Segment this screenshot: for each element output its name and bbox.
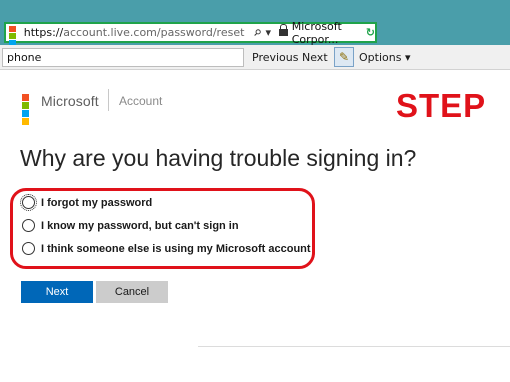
site-icon xyxy=(9,25,21,53)
find-next-button[interactable]: Next xyxy=(302,51,328,64)
find-bar: Previous Next ✎ Options ▾ xyxy=(0,45,510,70)
microsoft-logo-icon xyxy=(22,93,37,125)
url-protocol: https:// xyxy=(23,26,64,39)
header-divider xyxy=(108,89,109,111)
option-label: I forgot my password xyxy=(41,196,153,209)
lock-icon[interactable] xyxy=(278,24,288,37)
highlight-pencil-icon[interactable]: ✎ xyxy=(334,47,354,67)
search-dropdown-icon[interactable]: ▾ xyxy=(265,26,271,39)
certificate-label[interactable]: Microsoft Corpor... xyxy=(292,20,356,46)
find-options-button[interactable]: Options ▾ xyxy=(359,51,410,64)
url-path: account.live.com/password/reset xyxy=(63,26,245,39)
footer-divider xyxy=(198,346,510,347)
radio-button[interactable] xyxy=(22,242,35,255)
browser-chrome: https:// account.live.com/password/reset… xyxy=(0,0,510,53)
section-name: Account xyxy=(119,94,163,108)
microsoft-logo[interactable]: Microsoft xyxy=(22,93,99,125)
address-tools: ▾ Microsoft Corpor... ↻ xyxy=(254,20,375,46)
next-button[interactable]: Next xyxy=(21,281,93,303)
find-input[interactable] xyxy=(2,48,244,67)
radio-button[interactable] xyxy=(22,219,35,232)
page-title: Why are you having trouble signing in? xyxy=(20,145,417,171)
cancel-button[interactable]: Cancel xyxy=(96,281,168,303)
search-icon[interactable] xyxy=(254,27,262,38)
option-account-compromised[interactable]: I think someone else is using my Microso… xyxy=(22,242,311,255)
address-bar[interactable]: https:// account.live.com/password/reset… xyxy=(4,20,377,53)
step-annotation: STEP xyxy=(396,87,487,124)
radio-button[interactable] xyxy=(20,194,37,211)
option-cant-sign-in[interactable]: I know my password, but can't sign in xyxy=(22,219,239,232)
find-previous-button[interactable]: Previous xyxy=(252,51,299,64)
refresh-icon[interactable]: ↻ xyxy=(366,26,375,39)
option-forgot-password[interactable]: I forgot my password xyxy=(20,194,153,211)
option-label: I know my password, but can't sign in xyxy=(41,219,239,232)
brand-name: Microsoft xyxy=(41,93,99,109)
option-label: I think someone else is using my Microso… xyxy=(41,242,311,255)
